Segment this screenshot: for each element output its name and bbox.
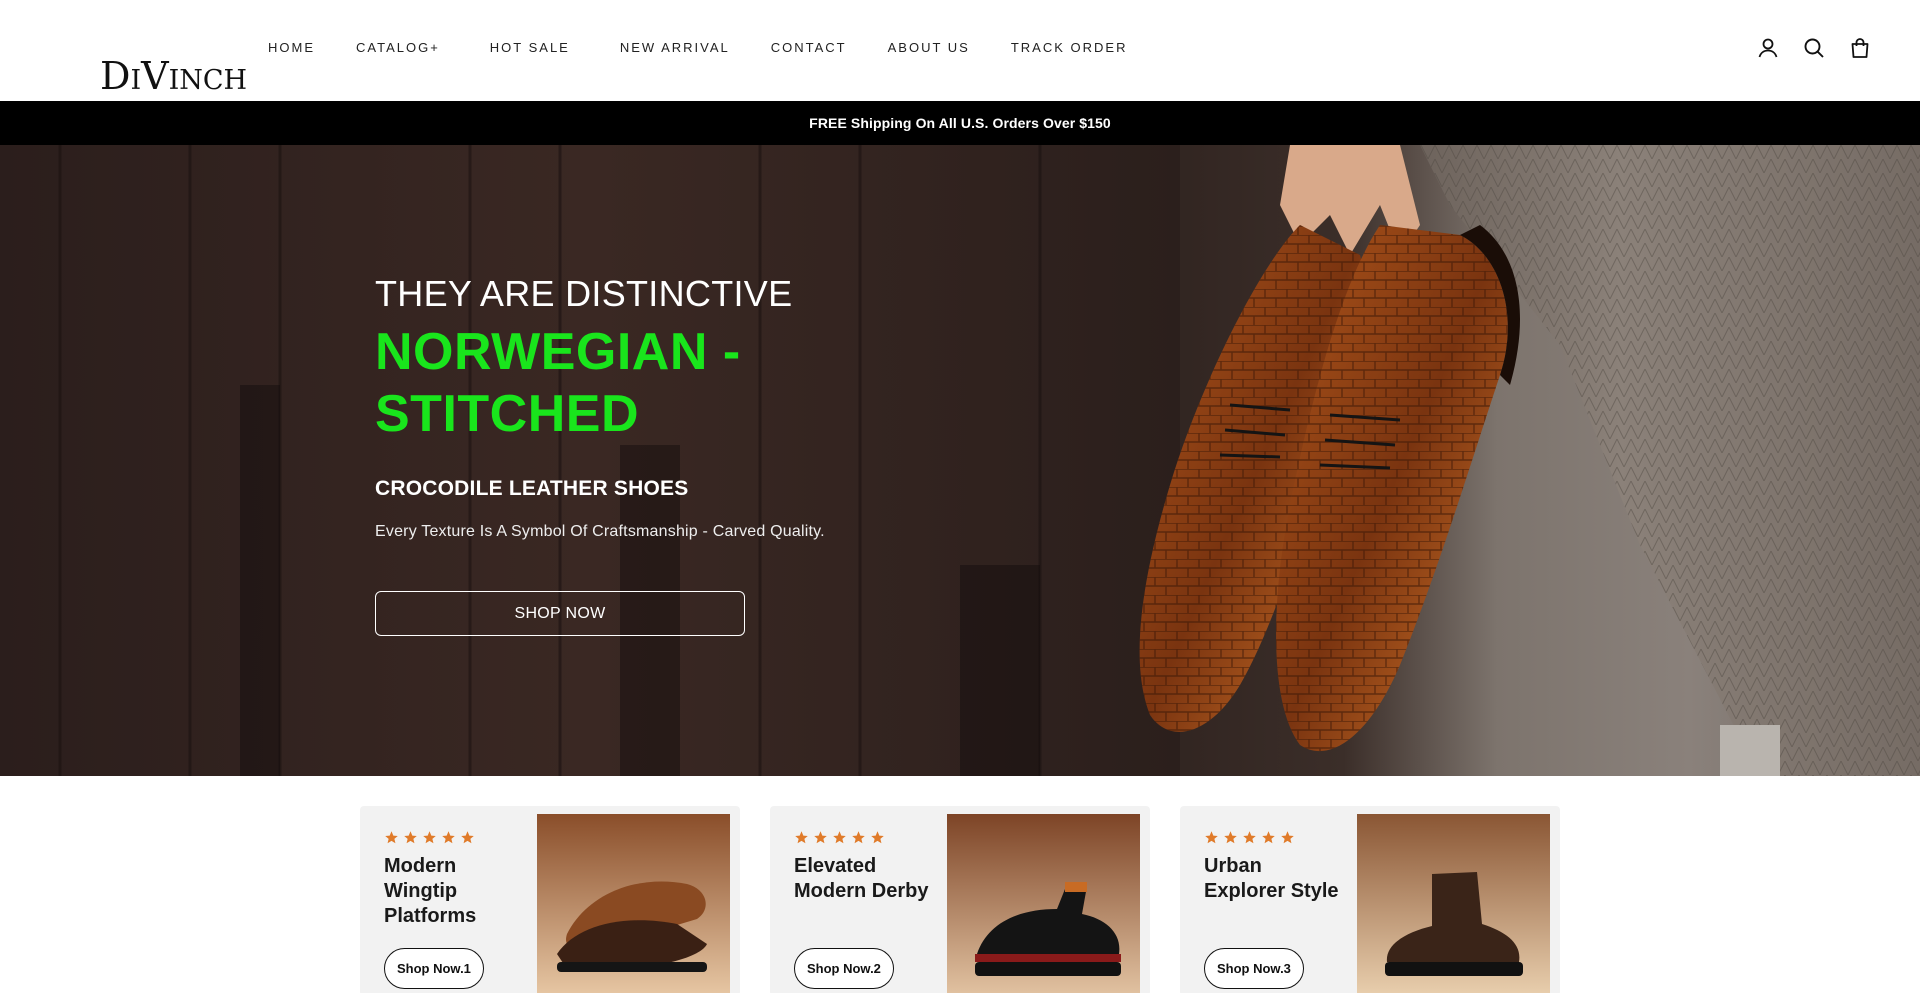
hero-description: Every Texture Is A Symbol Of Craftsmansh… <box>375 523 825 540</box>
shop-now-3-button[interactable]: Shop Now.3 <box>1204 948 1304 989</box>
header-actions <box>1756 36 1872 60</box>
nav-home[interactable]: HOME <box>268 40 315 55</box>
product-title[interactable]: Urban Explorer Style <box>1204 854 1344 904</box>
hero-eyebrow: THEY ARE DISTINCTIVE <box>375 273 793 314</box>
product-card[interactable]: Elevated Modern Derby Shop Now.2 <box>770 806 1150 993</box>
hero-title-line-1: NORWEGIAN - <box>375 323 741 381</box>
hero-title: NORWEGIAN - STITCHED <box>375 321 935 445</box>
account-icon[interactable] <box>1756 36 1780 60</box>
star-icon <box>1224 831 1237 844</box>
star-icon <box>442 831 455 844</box>
nav-track-order[interactable]: TRACK ORDER <box>1011 40 1128 55</box>
nav-new-arrival[interactable]: NEW ARRIVAL <box>620 40 730 55</box>
star-icon <box>461 831 474 844</box>
star-icon <box>1243 831 1256 844</box>
product-image-derby[interactable] <box>947 814 1140 993</box>
product-card[interactable]: Urban Explorer Style Shop Now.3 <box>1180 806 1560 993</box>
shop-now-button[interactable]: SHOP NOW <box>375 591 745 636</box>
star-icon <box>852 831 865 844</box>
search-icon[interactable] <box>1802 36 1826 60</box>
star-icon <box>404 831 417 844</box>
product-image-boot[interactable] <box>1357 814 1550 993</box>
hero-copy: THEY ARE DISTINCTIVE NORWEGIAN - STITCHE… <box>375 273 935 541</box>
star-icon <box>1281 831 1294 844</box>
hero-title-line-2: STITCHED <box>375 385 639 443</box>
featured-products: Modern Wingtip Platforms Shop Now.1 Elev… <box>0 776 1920 993</box>
star-icon <box>1262 831 1275 844</box>
hero-subtitle: CROCODILE LEATHER SHOES <box>375 477 689 500</box>
star-icon <box>1205 831 1218 844</box>
logo-text: DiVinch <box>100 54 248 98</box>
product-title[interactable]: Modern Wingtip Platforms <box>384 854 524 929</box>
star-icon <box>385 831 398 844</box>
main-nav: HOME CATALOG+ HOT SALE NEW ARRIVAL CONTA… <box>268 40 1127 55</box>
nav-contact[interactable]: CONTACT <box>771 40 847 55</box>
announcement-bar: FREE Shipping On All U.S. Orders Over $1… <box>0 101 1920 145</box>
product-image-wingtip[interactable] <box>537 814 730 993</box>
product-card[interactable]: Modern Wingtip Platforms Shop Now.1 <box>360 806 740 993</box>
rating-stars <box>794 830 885 845</box>
star-icon <box>833 831 846 844</box>
site-header: DiVinch HOME CATALOG+ HOT SALE NEW ARRIV… <box>0 0 1920 101</box>
nav-hot-sale[interactable]: HOT SALE <box>490 40 570 55</box>
shop-now-1-button[interactable]: Shop Now.1 <box>384 948 484 989</box>
cart-bag-icon[interactable] <box>1848 36 1872 60</box>
star-icon <box>423 831 436 844</box>
star-icon <box>795 831 808 844</box>
star-icon <box>871 831 884 844</box>
announcement-text: FREE Shipping On All U.S. Orders Over $1… <box>809 115 1111 131</box>
star-icon <box>814 831 827 844</box>
hero-banner: THEY ARE DISTINCTIVE NORWEGIAN - STITCHE… <box>0 145 1920 776</box>
nav-catalog[interactable]: CATALOG+ <box>356 40 440 55</box>
nav-about-us[interactable]: ABOUT US <box>888 40 970 55</box>
shop-now-2-button[interactable]: Shop Now.2 <box>794 948 894 989</box>
hero-background-image <box>0 145 1920 776</box>
rating-stars <box>384 830 475 845</box>
rating-stars <box>1204 830 1295 845</box>
product-title[interactable]: Elevated Modern Derby <box>794 854 934 904</box>
